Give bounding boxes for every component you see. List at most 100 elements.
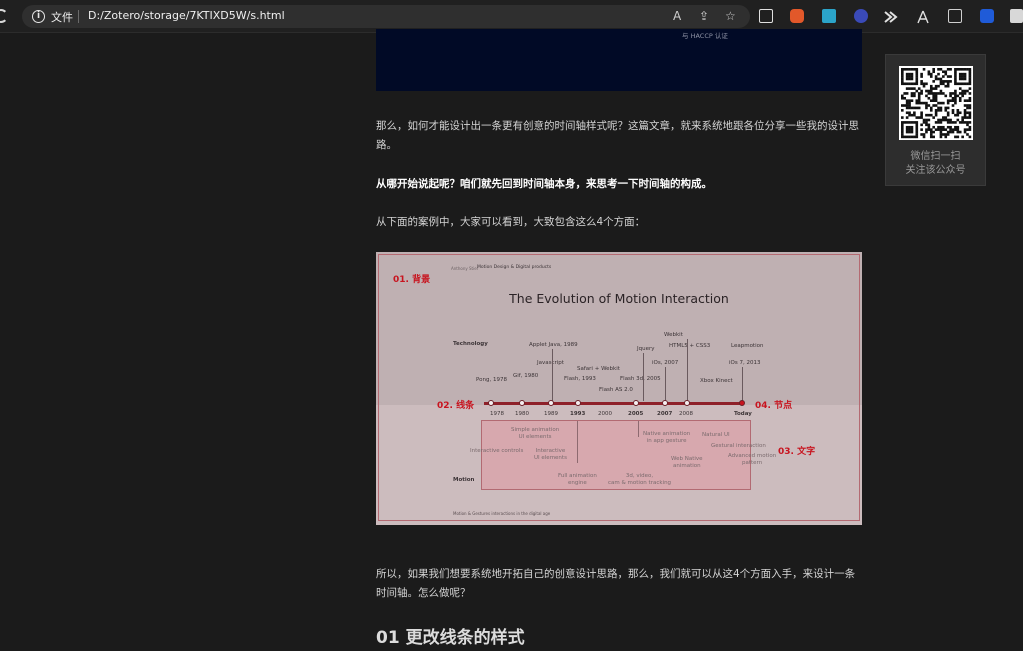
qr-module <box>922 101 926 105</box>
extension-globe-icon[interactable] <box>854 9 868 23</box>
qr-module <box>963 109 967 112</box>
qr-module <box>939 106 943 110</box>
qr-module <box>939 121 943 124</box>
qr-module <box>901 77 904 81</box>
qr-module <box>958 92 962 95</box>
qr-module <box>934 109 938 112</box>
extension-partial-icon[interactable] <box>1010 9 1023 23</box>
qr-module <box>946 125 950 129</box>
qr-module <box>951 109 955 112</box>
tech-label: Pong, 1978 <box>476 377 507 383</box>
reload-icon[interactable] <box>0 9 8 23</box>
qr-module <box>901 80 904 83</box>
qr-module <box>915 68 919 71</box>
info-icon[interactable]: i <box>32 10 45 23</box>
save-extension-icon[interactable] <box>822 9 836 23</box>
qr-module <box>922 82 926 86</box>
qr-module <box>903 121 907 124</box>
extension-shield-icon[interactable] <box>980 9 994 23</box>
qr-module <box>932 125 935 129</box>
qr-module <box>937 92 940 95</box>
qr-module <box>915 72 919 76</box>
qr-module <box>949 130 952 134</box>
qr-module <box>968 82 972 86</box>
qr-module <box>927 128 931 131</box>
chevron-extension-icon[interactable] <box>884 9 898 23</box>
qr-module <box>937 101 940 105</box>
qr-module <box>901 82 904 86</box>
qr-module <box>922 118 926 122</box>
qr-module <box>929 128 933 131</box>
qr-module <box>908 130 911 134</box>
qr-module <box>905 82 909 86</box>
qr-module <box>954 68 957 71</box>
document-icon[interactable] <box>759 9 773 23</box>
qr-module <box>954 113 957 117</box>
qr-module <box>917 116 921 119</box>
qr-module <box>937 84 940 88</box>
qr-code[interactable] <box>899 66 973 140</box>
qr-module <box>954 89 957 93</box>
qr-module <box>968 80 972 83</box>
qr-module <box>937 125 940 129</box>
read-aloud-icon[interactable]: A <box>673 9 681 23</box>
qr-module <box>937 109 940 112</box>
qr-module <box>915 128 919 131</box>
qr-module <box>927 123 931 127</box>
qr-module <box>963 92 967 95</box>
qr-module <box>942 125 945 129</box>
qr-module <box>949 80 952 83</box>
qr-module <box>901 128 904 131</box>
qr-module <box>913 68 916 71</box>
qr-module <box>920 82 923 86</box>
timeline-node <box>548 400 554 406</box>
url-field[interactable]: i 文件 D:/Zotero/storage/7KTIXD5W/s.html A… <box>22 5 750 28</box>
qr-module <box>922 133 926 136</box>
qr-module <box>951 92 955 95</box>
qr-module <box>901 133 904 136</box>
qr-module <box>937 128 940 131</box>
qr-module <box>963 82 967 86</box>
favorite-icon[interactable]: ☆ <box>725 9 736 23</box>
url-text[interactable]: D:/Zotero/storage/7KTIXD5W/s.html <box>88 9 285 22</box>
qr-module <box>925 130 928 134</box>
qr-module <box>963 75 967 78</box>
extension-figure-icon[interactable] <box>916 9 930 24</box>
share-icon[interactable]: ⇪ <box>699 9 709 23</box>
connector-line <box>665 367 666 401</box>
qr-module <box>942 133 945 136</box>
qr-module <box>939 80 943 83</box>
qr-module <box>927 125 931 129</box>
qr-module <box>901 70 904 74</box>
qr-module <box>956 109 960 112</box>
extension-orange-icon[interactable] <box>790 9 804 23</box>
qr-module <box>908 82 911 86</box>
qr-module <box>963 128 967 131</box>
qr-module <box>925 128 928 131</box>
motion-connector <box>577 421 578 463</box>
qr-module <box>934 99 938 102</box>
qr-module <box>920 128 923 131</box>
motion-connector <box>638 421 639 437</box>
qr-module <box>954 82 957 86</box>
qr-module <box>920 75 923 78</box>
qr-module <box>915 125 919 129</box>
tech-label: Xbox Kinect <box>700 378 733 384</box>
qr-module <box>910 75 914 78</box>
qr-module <box>968 135 972 139</box>
qr-module <box>901 96 904 100</box>
qr-module <box>927 96 931 100</box>
qr-module <box>963 111 967 115</box>
qr-module <box>932 116 935 119</box>
tech-label: iOs 7, 2013 <box>729 360 761 366</box>
qr-module <box>929 89 933 93</box>
qr-module <box>954 121 957 124</box>
extension-window-icon[interactable] <box>948 9 962 23</box>
timeline-node <box>684 400 690 406</box>
site-label[interactable]: 文件 <box>51 9 73 25</box>
qr-module <box>905 68 909 71</box>
qr-module <box>915 106 919 110</box>
qr-module <box>958 77 962 81</box>
qr-module <box>951 104 955 107</box>
qr-module <box>908 135 911 139</box>
